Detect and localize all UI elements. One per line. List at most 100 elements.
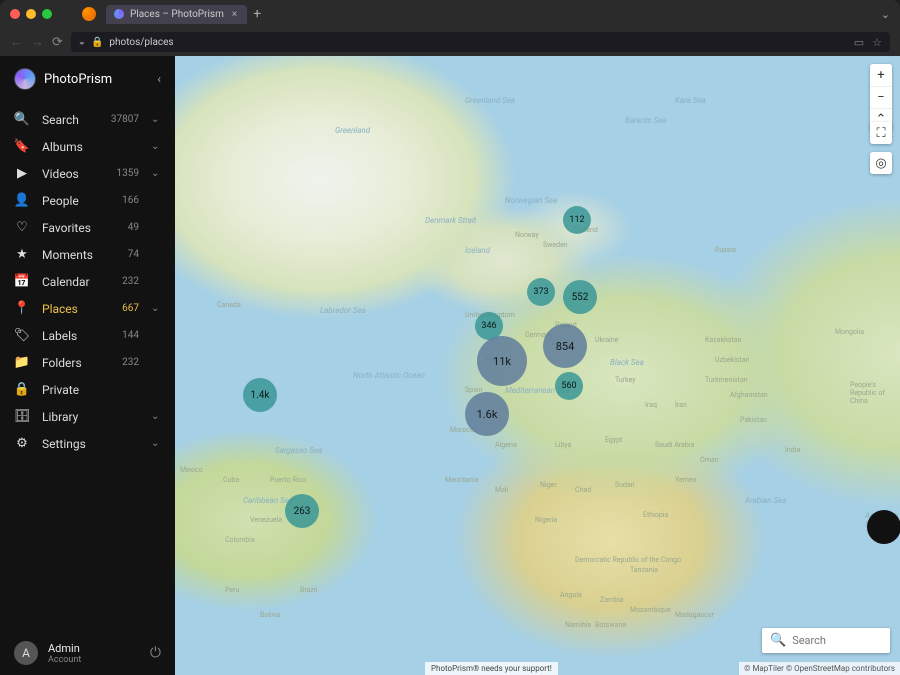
account-block[interactable]: Admin Account xyxy=(48,642,81,665)
brand-logo-icon xyxy=(14,68,36,90)
sidebar-item-moments[interactable]: ★ Moments 74 xyxy=(0,241,175,268)
sidebar-item-private[interactable]: 🔒Private xyxy=(0,376,175,403)
close-window-button[interactable] xyxy=(10,9,20,19)
titlebar: Places – PhotoPrism × + ⌄ xyxy=(0,0,900,28)
bookmark-star-icon[interactable]: ☆ xyxy=(872,36,882,49)
sidebar-item-count: 144 xyxy=(111,330,139,341)
browser-tab-active[interactable]: Places – PhotoPrism × xyxy=(106,5,247,24)
tab-title: Places – PhotoPrism xyxy=(130,9,224,20)
person-icon: 👤 xyxy=(14,193,30,208)
search-icon: 🔍 xyxy=(770,633,786,648)
sidebar-item-calendar[interactable]: 📅Calendar232 xyxy=(0,268,175,295)
sidebar-item-count: 37807 xyxy=(111,114,139,125)
tab-favicon-icon xyxy=(114,9,124,19)
sidebar-nav: 🔍Search37807⌄🔖Albums⌄▶Videos1359⌄👤People… xyxy=(0,102,175,631)
brand-row: PhotoPrism ‹ xyxy=(0,56,175,102)
map-cluster-marker[interactable]: 373 xyxy=(527,278,555,306)
geolocate-button[interactable]: ◎ xyxy=(870,152,892,174)
nav-forward-button[interactable]: → xyxy=(31,34,44,50)
url-text: photos/places xyxy=(109,37,173,48)
chevron-down-icon: ⌄ xyxy=(151,168,161,179)
map-attribution[interactable]: © MapTiler © OpenStreetMap contributors xyxy=(739,662,900,675)
sidebar-item-count: 74 xyxy=(111,249,139,260)
map-cluster-marker[interactable]: 11k xyxy=(477,336,527,386)
zoom-in-button[interactable]: + xyxy=(870,64,892,86)
sidebar-item-favorites[interactable]: ♡ Favorites 49 xyxy=(0,214,175,241)
chevron-down-icon: ⌄ xyxy=(151,303,161,314)
sidebar-item-count: 49 xyxy=(111,222,139,233)
heart-icon: ♡ xyxy=(14,220,30,235)
firefox-icon xyxy=(82,7,96,21)
avatar[interactable]: A xyxy=(14,641,38,665)
map-cluster-marker[interactable]: 552 xyxy=(563,280,597,314)
browser-navbar: ← → ⟳ ◒ 🔒 photos/places ▭ ☆ xyxy=(0,28,900,56)
sidebar-item-count: 232 xyxy=(111,276,139,287)
avatar-letter: A xyxy=(22,646,30,660)
support-banner[interactable]: PhotoPrism® needs your support! xyxy=(425,662,558,675)
tab-list-chevron-icon[interactable]: ⌄ xyxy=(881,8,890,21)
map-search-input[interactable] xyxy=(792,634,882,647)
brand-name: PhotoPrism xyxy=(44,72,112,87)
lock-icon[interactable]: 🔒 xyxy=(91,37,103,48)
nav-reload-button[interactable]: ⟳ xyxy=(52,35,63,50)
sidebar-item-places[interactable]: 📍Places667⌄ xyxy=(0,295,175,322)
sidebar-item-label: Moments xyxy=(42,248,99,262)
map-cluster-marker[interactable]: 1.4k xyxy=(243,378,277,412)
sidebar-item-label: Settings xyxy=(42,437,99,451)
tracking-shield-icon[interactable]: ◒ xyxy=(79,37,85,48)
sidebar-item-library[interactable]: 🗄Library⌄ xyxy=(0,403,175,430)
map-fullscreen-control: ⛶ xyxy=(870,122,892,144)
library-icon: 🗄 xyxy=(14,409,30,424)
sidebar-item-labels[interactable]: 🏷 Labels 144 xyxy=(0,322,175,349)
sidebar-item-settings[interactable]: ⚙Settings⌄ xyxy=(0,430,175,457)
sidebar-item-count: 1359 xyxy=(111,168,139,179)
sidebar-item-count: 232 xyxy=(111,357,139,368)
map-cluster-marker[interactable]: 854 xyxy=(543,324,587,368)
map-cluster-marker[interactable]: 560 xyxy=(555,372,583,400)
sidebar-footer: A Admin Account ⏻ xyxy=(0,631,175,675)
maximize-window-button[interactable] xyxy=(42,9,52,19)
map-cluster-marker[interactable]: 112 xyxy=(563,206,591,234)
map-geolocate-control: ◎ xyxy=(870,152,892,174)
sidebar-item-albums[interactable]: 🔖Albums⌄ xyxy=(0,133,175,160)
account-name: Admin xyxy=(48,642,81,655)
map-zoom-controls: + − ⌃ xyxy=(870,64,892,130)
sidebar-item-search[interactable]: 🔍Search37807⌄ xyxy=(0,106,175,133)
sidebar-item-label: Folders xyxy=(42,356,99,370)
map-cluster-marker[interactable] xyxy=(867,510,900,544)
nav-back-button[interactable]: ← xyxy=(10,34,23,50)
sidebar-item-videos[interactable]: ▶Videos1359⌄ xyxy=(0,160,175,187)
map-tiles[interactable] xyxy=(175,56,900,675)
sidebar-item-label: Library xyxy=(42,410,99,424)
new-tab-button[interactable]: + xyxy=(253,6,261,22)
sidebar-item-count: 166 xyxy=(111,195,139,206)
minimize-window-button[interactable] xyxy=(26,9,36,19)
gear-icon: ⚙ xyxy=(14,436,30,451)
zoom-out-button[interactable]: − xyxy=(870,86,892,108)
tab-close-icon[interactable]: × xyxy=(230,9,239,20)
star-icon: ★ xyxy=(14,247,30,262)
fullscreen-button[interactable]: ⛶ xyxy=(870,122,892,144)
map-cluster-marker[interactable]: 263 xyxy=(285,494,319,528)
sidebar-item-label: Videos xyxy=(42,167,99,181)
sidebar-item-label: Places xyxy=(42,302,99,316)
browser-chrome: Places – PhotoPrism × + ⌄ ← → ⟳ ◒ 🔒 phot… xyxy=(0,0,900,56)
sidebar-item-label: Labels xyxy=(42,329,99,343)
chevron-down-icon: ⌄ xyxy=(151,114,161,125)
sidebar-collapse-button[interactable]: ‹ xyxy=(157,72,161,86)
tag-icon: 🏷 xyxy=(14,328,30,343)
url-bar[interactable]: ◒ 🔒 photos/places ▭ ☆ xyxy=(71,32,890,52)
folder-icon: 📁 xyxy=(14,355,30,370)
sidebar-item-people[interactable]: 👤 People 166 xyxy=(0,187,175,214)
sidebar-item-folders[interactable]: 📁 Folders 232 xyxy=(0,349,175,376)
reader-mode-icon[interactable]: ▭ xyxy=(854,36,864,49)
sidebar-item-label: Favorites xyxy=(42,221,99,235)
logout-button[interactable]: ⏻ xyxy=(150,645,161,661)
map-search-box[interactable]: 🔍 xyxy=(762,628,890,653)
map-area[interactable]: Greenland SeaGreenlandNorwegian SeaBaren… xyxy=(175,56,900,675)
sidebar-item-label: People xyxy=(42,194,99,208)
sidebar-item-label: Private xyxy=(42,383,99,397)
account-sub: Account xyxy=(48,655,81,665)
bookmark-icon: 🔖 xyxy=(14,139,30,154)
map-cluster-marker[interactable]: 1.6k xyxy=(465,392,509,436)
